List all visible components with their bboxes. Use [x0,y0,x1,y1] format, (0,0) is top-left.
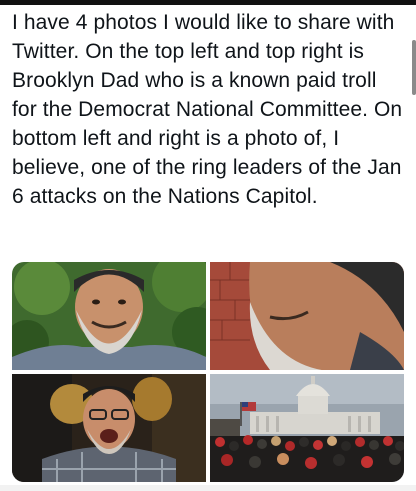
photo-top-left-image [12,262,206,370]
top-edge [0,0,416,5]
bottom-edge [0,485,416,491]
photo-top-right-image [210,262,404,370]
photo-top-left[interactable] [12,262,206,370]
photo-top-right[interactable] [210,262,404,370]
tweet-text: I have 4 photos I would like to share wi… [12,11,403,208]
photo-bottom-left[interactable] [12,374,206,482]
photo-bottom-right-image [210,374,404,482]
photo-bottom-left-image [12,374,206,482]
tweet-photo-grid [12,262,404,482]
scrollbar[interactable] [412,40,416,95]
photo-bottom-right[interactable] [210,374,404,482]
